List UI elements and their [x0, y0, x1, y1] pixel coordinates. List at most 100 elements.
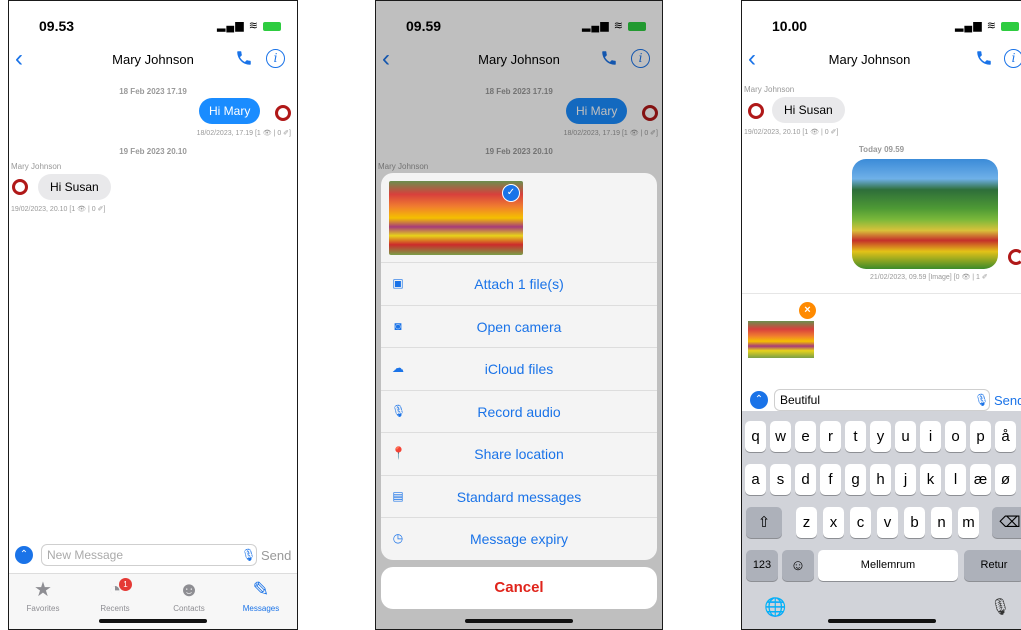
key-o[interactable]: o [945, 421, 966, 452]
action-attach[interactable]: ▣ Attach 1 file(s) [381, 263, 657, 306]
sent-image[interactable] [852, 159, 998, 269]
battery-icon [263, 21, 281, 31]
key-æ[interactable]: æ [970, 464, 991, 495]
date-separator: 19 Feb 2023 20.10 [119, 147, 187, 156]
keyboard: qwertyuiopå asdfghjklæø ⇧ ⌫ zxcvbnm 123 … [742, 411, 1021, 629]
key-g[interactable]: g [845, 464, 866, 495]
message-input[interactable]: New Message [41, 544, 257, 566]
globe-icon[interactable]: 🌐 [764, 597, 786, 618]
info-icon[interactable]: i [266, 49, 285, 68]
expand-actions-icon[interactable]: ⌃ [15, 546, 33, 564]
action-open-camera[interactable]: ◙ Open camera [381, 306, 657, 348]
key-d[interactable]: d [795, 464, 816, 495]
nav-bar: ‹ Mary Johnson i [9, 45, 297, 75]
home-indicator [827, 619, 936, 623]
action-label: iCloud files [484, 361, 554, 377]
home-indicator [465, 619, 573, 623]
key-q[interactable]: q [745, 421, 766, 452]
cancel-button[interactable]: Cancel [381, 567, 657, 609]
key-t[interactable]: t [845, 421, 866, 452]
emoji-key-icon[interactable]: ☺ [782, 550, 814, 581]
incoming-message[interactable]: Hi Susan [772, 97, 845, 123]
expand-actions-icon[interactable]: ⌃ [750, 391, 768, 409]
message-meta: 21/02/2023, 09.59 [Image] [0 👁 | 1 ✐ [870, 274, 988, 281]
key-x[interactable]: x [823, 507, 844, 538]
key-c[interactable]: c [850, 507, 871, 538]
key-a[interactable]: a [745, 464, 766, 495]
key-f[interactable]: f [820, 464, 841, 495]
keyboard-row-3: ⇧ ⌫ zxcvbnm [742, 507, 1021, 541]
composer: ⌃ Beutiful 🎙 Send [742, 389, 1021, 413]
key-å[interactable]: å [995, 421, 1016, 452]
action-share-location[interactable]: 📍 Share location [381, 433, 657, 476]
action-message-expiry[interactable]: ◷ Message expiry [381, 518, 657, 560]
action-record-audio[interactable]: 🎙 Record audio [381, 391, 657, 433]
key-p[interactable]: p [970, 421, 991, 452]
tab-contacts[interactable]: ☻ Contacts [159, 578, 219, 613]
tab-messages[interactable]: ✎ Messages [231, 578, 291, 613]
action-label: Open camera [476, 318, 562, 335]
notification-badge: 1 [119, 578, 132, 591]
shift-key-icon[interactable]: ⇧ [746, 507, 782, 538]
phone-call-icon[interactable] [235, 49, 253, 67]
numbers-key[interactable]: 123 [746, 550, 778, 581]
key-z[interactable]: z [796, 507, 817, 538]
key-i[interactable]: i [920, 421, 941, 452]
action-standard-messages[interactable]: ▤ Standard messages [381, 476, 657, 518]
phone-call-icon[interactable] [975, 49, 993, 67]
checkmark-icon[interactable]: ✓ [502, 184, 520, 202]
avatar-ring-icon [1008, 249, 1021, 265]
key-n[interactable]: n [931, 507, 952, 538]
tab-favorites[interactable]: ★ Favorites [13, 578, 73, 613]
info-icon[interactable]: i [1004, 49, 1021, 68]
key-u[interactable]: u [895, 421, 916, 452]
avatar-ring-icon [275, 105, 291, 121]
key-ø[interactable]: ø [995, 464, 1016, 495]
key-l[interactable]: l [945, 464, 966, 495]
return-key[interactable]: Retur [964, 550, 1021, 581]
key-h[interactable]: h [870, 464, 891, 495]
message-input[interactable]: Beutiful [774, 389, 990, 411]
remove-attachment-icon[interactable]: × [799, 302, 816, 319]
tab-recents[interactable]: ◔ 1 Recents [85, 578, 145, 613]
star-icon: ★ [34, 579, 52, 601]
conversation-title[interactable]: Mary Johnson [742, 52, 997, 67]
key-r[interactable]: r [820, 421, 841, 452]
keyboard-row-1: qwertyuiopå [742, 421, 1021, 455]
date-separator: Today 09.59 [858, 145, 905, 154]
send-button[interactable]: Send [994, 393, 1021, 408]
message-meta: 19/02/2023, 20.10 [1 👁 | 0 ✐] [744, 129, 839, 136]
key-e[interactable]: e [795, 421, 816, 452]
chat-screen-3: 10.00 ▂▄▆ ≋ ‹ Mary Johnson i Mary Johnso… [741, 0, 1021, 630]
key-j[interactable]: j [895, 464, 916, 495]
backspace-key-icon[interactable]: ⌫ [992, 507, 1021, 538]
message-meta: 18/02/2023, 17.19 [1 👁 | 0 ✐] [196, 130, 291, 137]
pending-attachment-panel: × [742, 293, 1021, 385]
dictation-microphone-icon[interactable]: 🎙 [990, 597, 1010, 617]
chat-screen-1: 09.53 ▂▄▆ ≋ ‹ Mary Johnson i 18 Feb 2023… [8, 0, 298, 630]
key-w[interactable]: w [770, 421, 791, 452]
key-b[interactable]: b [904, 507, 925, 538]
action-label: Attach 1 file(s) [474, 276, 564, 292]
key-s[interactable]: s [770, 464, 791, 495]
action-icloud-files[interactable]: ☁ iCloud files [381, 348, 657, 391]
action-label: Message expiry [469, 531, 569, 547]
key-m[interactable]: m [958, 507, 979, 538]
send-button[interactable]: Send [261, 548, 291, 563]
outgoing-message[interactable]: Hi Mary [199, 98, 261, 124]
key-k[interactable]: k [920, 464, 941, 495]
composer: ⌃ New Message 🎙 Send [9, 544, 297, 572]
incoming-message[interactable]: Hi Susan [38, 174, 111, 200]
status-icons: ▂▄▆ ≋ [955, 19, 1019, 32]
attachment-thumbnail[interactable] [748, 321, 814, 358]
microphone-icon[interactable]: 🎙 [241, 548, 256, 562]
microphone-icon[interactable]: 🎙 [974, 393, 989, 407]
space-key[interactable]: Mellemrum [818, 550, 958, 581]
keyboard-row-2: asdfghjklæø [742, 464, 1021, 498]
key-y[interactable]: y [870, 421, 891, 452]
status-bar: 09.53 ▂▄▆ ≋ [9, 1, 297, 45]
action-sheet: ✓ ▣ Attach 1 file(s) ◙ Open camera ☁ iCl… [381, 173, 657, 560]
key-v[interactable]: v [877, 507, 898, 538]
keyboard-row-4: 123 ☺ Mellemrum Retur [742, 550, 1021, 584]
conversation-title[interactable]: Mary Johnson [9, 52, 297, 67]
